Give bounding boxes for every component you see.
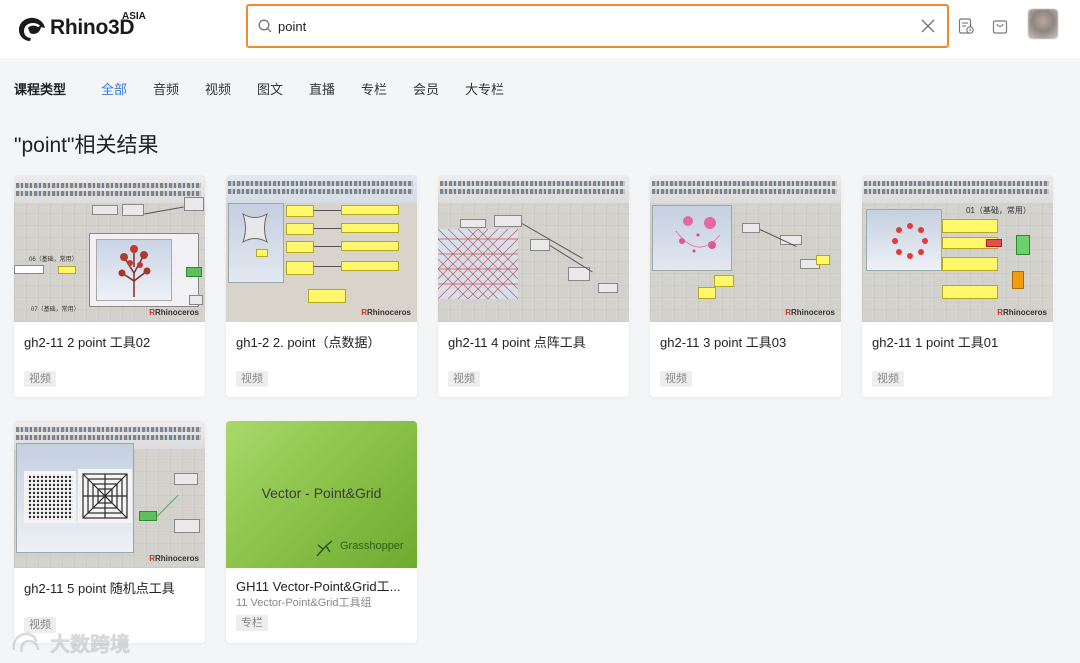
results-title: "point"相关结果: [14, 134, 159, 157]
card-title[interactable]: gh2-11 4 point 点阵工具: [448, 332, 620, 351]
rhino-brand: RRhinoceros: [997, 308, 1047, 317]
card-tag: 视频: [24, 371, 56, 387]
course-thumbnail: [438, 175, 629, 322]
course-card[interactable]: 06（基础，常用） 07（基础，常用） RRhinoceros gh2-11 2…: [14, 175, 205, 397]
rhino-brand: RRhinoceros: [149, 308, 199, 317]
filter-label: 课程类型: [14, 82, 67, 97]
course-card[interactable]: 01（基础，常用） RRhinoceros gh2-11 1 point 工具0…: [862, 175, 1053, 397]
tab-member[interactable]: 会员: [413, 79, 439, 98]
course-card[interactable]: RRhinoceros gh2-11 3 point 工具03 视频: [650, 175, 841, 397]
watermark: 大数跨境: [10, 628, 130, 657]
card-title[interactable]: gh2-11 5 point 随机点工具: [24, 578, 196, 597]
search-input[interactable]: [278, 15, 898, 37]
search-icon[interactable]: [257, 18, 273, 34]
course-thumbnail: 06（基础，常用） 07（基础，常用） RRhinoceros: [14, 175, 205, 322]
cart-icon[interactable]: [991, 17, 1009, 35]
course-card[interactable]: gh2-11 4 point 点阵工具 视频: [438, 175, 629, 397]
card-tag: 专栏: [236, 615, 268, 631]
tab-video[interactable]: 视频: [205, 79, 231, 98]
tab-audio[interactable]: 音频: [153, 79, 179, 98]
rhino-brand: RRhinoceros: [361, 308, 411, 317]
study-record-icon[interactable]: [957, 17, 975, 35]
rhino-brand: RRhinoceros: [785, 308, 835, 317]
tab-big-column[interactable]: 大专栏: [465, 79, 504, 98]
course-thumbnail: Vector - Point&Grid Grasshopper: [226, 421, 417, 568]
search-bar: [246, 4, 949, 48]
course-thumbnail: 01（基础，常用） RRhinoceros: [862, 175, 1053, 322]
card-tag: 视频: [872, 371, 904, 387]
course-thumbnail: RRhinoceros: [226, 175, 417, 322]
clear-icon[interactable]: [919, 17, 937, 35]
top-header: Rhino3D ASIA: [0, 0, 1080, 58]
card-title[interactable]: gh2-11 1 point 工具01: [872, 332, 1044, 351]
grasshopper-icon: [316, 540, 333, 557]
course-card[interactable]: RRhinoceros gh1-2 2. point（点数据） 视频: [226, 175, 417, 397]
card-tag: 视频: [448, 371, 480, 387]
course-thumbnail: RRhinoceros: [14, 421, 205, 568]
course-card[interactable]: Vector - Point&Grid Grasshopper GH11 Vec…: [226, 421, 417, 643]
card-subtitle: 11 Vector-Point&Grid工具组: [236, 597, 372, 609]
rhino-logo-icon: [19, 17, 45, 41]
logo-asia-badge: ASIA: [122, 11, 146, 22]
watermark-text: 大数跨境: [50, 634, 130, 656]
card-title[interactable]: GH11 Vector-Point&Grid工...: [236, 576, 408, 595]
course-card[interactable]: RRhinoceros gh2-11 5 point 随机点工具 视频: [14, 421, 205, 643]
card-title[interactable]: gh1-2 2. point（点数据）: [236, 332, 408, 351]
rhino-brand: RRhinoceros: [149, 554, 199, 563]
thumb-label: 07（基础，常用）: [31, 307, 80, 313]
card-title[interactable]: gh2-11 3 point 工具03: [660, 332, 832, 351]
tab-article[interactable]: 图文: [257, 79, 283, 98]
watermark-logo-icon: [12, 632, 40, 652]
course-type-filter: 课程类型 全部 音频 视频 图文 直播 专栏 会员 大专栏: [0, 72, 1080, 102]
grasshopper-brand: Grasshopper: [340, 540, 404, 552]
rhino3d-logo[interactable]: Rhino3D ASIA: [16, 10, 146, 46]
course-thumbnail: RRhinoceros: [650, 175, 841, 322]
card-title[interactable]: gh2-11 2 point 工具02: [24, 332, 196, 351]
thumb-label: 01（基础，常用）: [966, 206, 1031, 215]
card-tag: 视频: [660, 371, 692, 387]
avatar[interactable]: [1028, 9, 1058, 39]
tab-column[interactable]: 专栏: [361, 79, 387, 98]
tab-all[interactable]: 全部: [101, 79, 127, 98]
tab-live[interactable]: 直播: [309, 79, 335, 98]
card-tag: 视频: [236, 371, 268, 387]
thumb-label: 06（基础，常用）: [29, 257, 78, 263]
thumb-title: Vector - Point&Grid: [261, 485, 382, 501]
